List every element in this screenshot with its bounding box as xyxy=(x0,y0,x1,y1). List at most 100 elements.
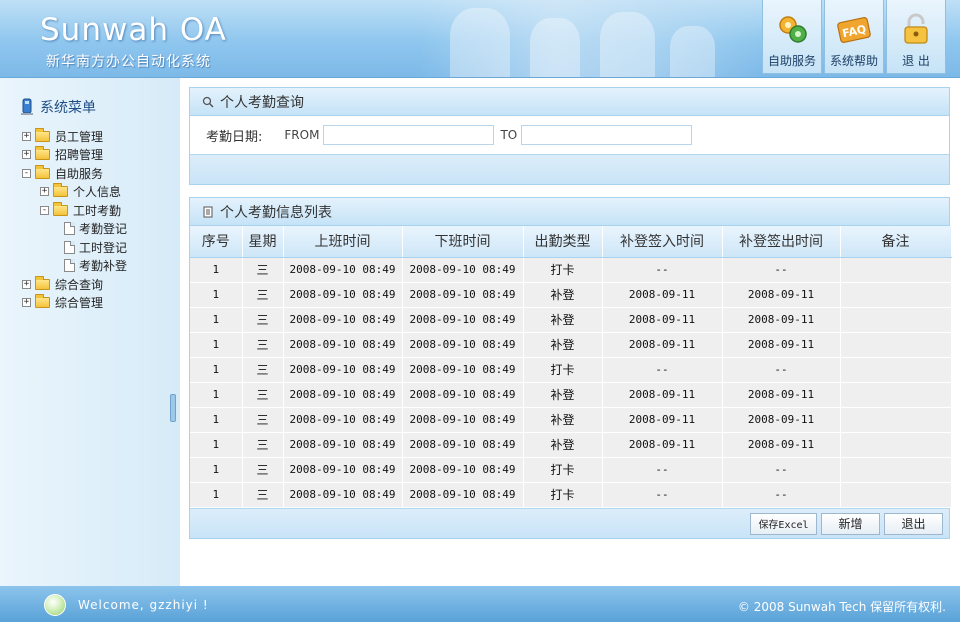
table-cell: 2008-09-10 08:49 xyxy=(283,357,403,383)
self-service-button[interactable]: 自助服务 xyxy=(762,0,822,74)
document-icon xyxy=(64,222,75,236)
menu-item[interactable]: 考勤补登 xyxy=(22,257,127,276)
table-cell: 2008-09-11 xyxy=(722,332,841,358)
expand-icon[interactable]: + xyxy=(22,131,31,141)
menu-item[interactable]: - 自助服务 xyxy=(22,164,127,183)
app-footer: Welcome, gzzhiyi ! © 2008 Sunwah Tech 保留… xyxy=(0,586,960,622)
table-row[interactable]: 1 三 2008-09-10 08:49 2008-09-10 08:49 补登 2008… xyxy=(190,307,952,333)
table-cell: 2008-09-11 xyxy=(722,382,841,408)
to-date-input[interactable] xyxy=(521,125,693,145)
table-cell: 2008-09-10 08:49 xyxy=(402,357,524,383)
table-cell: 三 xyxy=(242,457,284,483)
table-row[interactable]: 1 三 2008-09-10 08:49 2008-09-10 08:49 打卡 -- -- xyxy=(190,457,952,483)
menu-item[interactable]: - 工时考勤 xyxy=(22,201,127,220)
logout-button[interactable]: 退 出 xyxy=(886,0,946,74)
table-cell xyxy=(840,482,952,508)
table-cell xyxy=(840,432,952,458)
column-header: 补登签入时间 xyxy=(602,226,723,258)
table-cell: 补登 xyxy=(523,382,603,408)
table-cell xyxy=(840,332,952,358)
table-row[interactable]: 1 三 2008-09-10 08:49 2008-09-10 08:49 补登 2008… xyxy=(190,282,952,308)
self-service-label: 自助服务 xyxy=(767,54,816,68)
folder-icon xyxy=(53,183,68,198)
table-cell: -- xyxy=(602,482,723,508)
menu-item[interactable]: 考勤登记 xyxy=(22,220,127,239)
faq-icon: FAQ xyxy=(837,12,871,46)
app-subtitle: 新华南方办公自动化系统 xyxy=(46,54,211,70)
sidebar-collapse-handle[interactable] xyxy=(170,394,176,422)
table-row[interactable]: 1 三 2008-09-10 08:49 2008-09-10 08:49 补登 2008… xyxy=(190,407,952,433)
table-cell: 补登 xyxy=(523,332,603,358)
table-cell: -- xyxy=(602,257,723,283)
expand-icon[interactable]: + xyxy=(22,298,31,308)
column-header: 出勤类型 xyxy=(523,226,603,258)
folder-icon xyxy=(35,275,50,290)
export-excel-button[interactable]: 保存Excel xyxy=(750,512,817,535)
column-header: 序号 xyxy=(190,226,243,258)
menu-item[interactable]: + 个人信息 xyxy=(22,183,127,202)
table-row[interactable]: 1 三 2008-09-10 08:49 2008-09-10 08:49 打卡 -- -- xyxy=(190,357,952,383)
table-row[interactable]: 1 三 2008-09-10 08:49 2008-09-10 08:49 补登 2008… xyxy=(190,332,952,358)
sidebar: 系统菜单 + 员工管理 + 招聘管理 - 自助服务 + 个人信息 - 工时考勤 考勤登记 工时登记 考勤… xyxy=(0,78,180,586)
app-logo: Sunwah OA xyxy=(40,12,227,48)
table-cell: 2008-09-10 08:49 xyxy=(402,307,524,333)
table-cell: 2008-09-10 08:49 xyxy=(402,282,524,308)
to-label: TO xyxy=(500,128,518,142)
table-row[interactable]: 1 三 2008-09-10 08:49 2008-09-10 08:49 打卡 -- -- xyxy=(190,257,952,283)
from-date-input[interactable] xyxy=(323,125,495,145)
table-cell: 2008-09-10 08:49 xyxy=(283,307,403,333)
table-row[interactable]: 1 三 2008-09-10 08:49 2008-09-10 08:49 补登 2008… xyxy=(190,432,952,458)
menu-item[interactable]: + 综合查询 xyxy=(22,275,127,294)
exit-button[interactable]: 退出 xyxy=(884,512,943,535)
menu-item[interactable]: + 招聘管理 xyxy=(22,146,127,165)
table-toolbar: 保存Excel 新增 退出 xyxy=(190,508,949,538)
table-cell: -- xyxy=(602,357,723,383)
column-header: 补登签出时间 xyxy=(722,226,841,258)
table-cell: -- xyxy=(722,357,841,383)
menu-item[interactable]: + 员工管理 xyxy=(22,127,127,146)
folder-icon xyxy=(53,201,68,216)
table-cell: 2008-09-11 xyxy=(722,307,841,333)
menu-item-label: 考勤登记 xyxy=(79,222,128,237)
search-icon xyxy=(202,96,214,108)
expand-icon[interactable]: + xyxy=(22,279,31,289)
lock-icon xyxy=(899,12,933,46)
table-cell: 2008-09-10 08:49 xyxy=(402,457,524,483)
table-cell: 补登 xyxy=(523,282,603,308)
expand-icon[interactable]: + xyxy=(22,150,31,160)
add-button[interactable]: 新增 xyxy=(821,512,880,535)
menu-item[interactable]: + 综合管理 xyxy=(22,294,127,313)
header-toolbar: 自助服务 FAQ 系统帮助 退 出 xyxy=(762,0,946,74)
collapse-icon[interactable]: - xyxy=(40,205,49,215)
table-cell: 1 xyxy=(190,482,243,508)
app-header: Sunwah OA 新华南方办公自动化系统 自助服务 FAQ 系统帮助 退 出 xyxy=(0,0,960,78)
logout-label: 退 出 xyxy=(902,54,930,68)
table-row[interactable]: 1 三 2008-09-10 08:49 2008-09-10 08:49 补登 2008… xyxy=(190,382,952,408)
copyright-text: © 2008 Sunwah Tech 保留所有权利. xyxy=(737,600,946,614)
table-cell: 2008-09-10 08:49 xyxy=(283,282,403,308)
list-panel-header: 个人考勤信息列表 xyxy=(190,198,949,226)
table-cell: 2008-09-10 08:49 xyxy=(402,382,524,408)
table-cell: 补登 xyxy=(523,407,603,433)
table-cell: 1 xyxy=(190,407,243,433)
table-cell xyxy=(840,407,952,433)
collapse-icon[interactable]: - xyxy=(22,168,31,178)
table-cell xyxy=(840,357,952,383)
table-cell: 打卡 xyxy=(523,257,603,283)
table-cell: 2008-09-11 xyxy=(602,282,723,308)
menu-item[interactable]: 工时登记 xyxy=(22,238,127,257)
computer-icon xyxy=(21,98,33,115)
table-cell: 1 xyxy=(190,432,243,458)
table-cell xyxy=(840,307,952,333)
menu-item-label: 考勤补登 xyxy=(79,259,128,274)
table-cell: 打卡 xyxy=(523,482,603,508)
table-cell: 补登 xyxy=(523,307,603,333)
menu-tree: + 员工管理 + 招聘管理 - 自助服务 + 个人信息 - 工时考勤 考勤登记 工时登记 考勤补登 + 综合… xyxy=(22,127,127,312)
menu-item-label: 招聘管理 xyxy=(55,148,104,163)
column-header: 下班时间 xyxy=(402,226,524,258)
expand-icon[interactable]: + xyxy=(40,187,49,197)
document-icon xyxy=(64,240,75,254)
system-help-button[interactable]: FAQ 系统帮助 xyxy=(824,0,884,74)
table-row[interactable]: 1 三 2008-09-10 08:49 2008-09-10 08:49 打卡 -- -- xyxy=(190,482,952,508)
table-cell: 三 xyxy=(242,332,284,358)
